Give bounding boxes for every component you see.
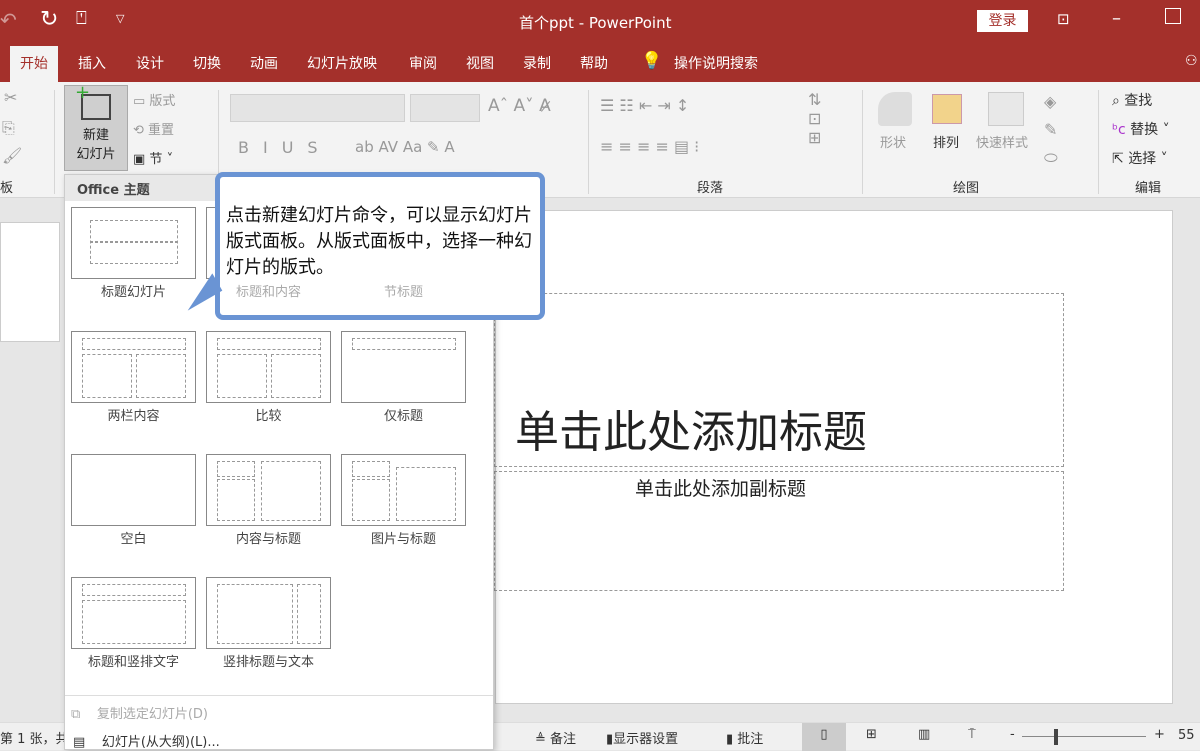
- tab-home[interactable]: 开始: [10, 46, 58, 82]
- window-title: 首个ppt - PowerPoint: [519, 14, 672, 32]
- layout-blank[interactable]: 空白: [71, 454, 196, 547]
- slideshow-from-start-icon[interactable]: ⍞: [76, 8, 87, 29]
- undo-icon[interactable]: ↶: [0, 8, 17, 32]
- notes-button[interactable]: ≜ 备注: [535, 728, 576, 747]
- editing-group-label: 编辑: [1135, 181, 1162, 196]
- title-placeholder[interactable]: 单击此处添加标题: [494, 293, 1064, 467]
- tab-record[interactable]: 录制: [523, 53, 551, 73]
- format-painter-icon[interactable]: 🖌: [2, 146, 22, 165]
- layout-two-content[interactable]: 两栏内容: [71, 331, 196, 424]
- share-icon[interactable]: ⚇: [1185, 53, 1198, 69]
- zoom-in-button[interactable]: +: [1154, 727, 1165, 742]
- tab-view[interactable]: 视图: [466, 53, 494, 73]
- slide-canvas[interactable]: 单击此处添加标题 单击此处添加副标题: [494, 210, 1173, 704]
- new-slide-label-1: 新建: [82, 128, 109, 143]
- title-placeholder-text: 单击此处添加标题: [515, 407, 867, 458]
- layout-vertical-title-text[interactable]: 竖排标题与文本: [206, 577, 331, 670]
- font-format-icons[interactable]: BIUS: [238, 138, 332, 157]
- list-icons[interactable]: ☰ ☷ ⇤ ⇥ ↕: [600, 96, 689, 115]
- layout-content-caption[interactable]: 内容与标题: [206, 454, 331, 547]
- layout-picture-caption[interactable]: 图片与标题: [341, 454, 466, 547]
- tab-review[interactable]: 审阅: [409, 53, 437, 73]
- ribbon-tabs: 开始 插入 设计 切换 动画 幻灯片放映 审阅 视图 录制 帮助 💡 操作说明搜…: [0, 42, 1200, 82]
- zoom-out-button[interactable]: -: [1010, 727, 1015, 742]
- section-button[interactable]: ▣ 节 ˅: [133, 148, 173, 167]
- new-slide-label-2: 幻灯片: [76, 147, 116, 162]
- tab-help[interactable]: 帮助: [580, 53, 608, 73]
- comments-button[interactable]: ▮ 批注: [726, 728, 763, 747]
- font-size-dropdown[interactable]: [410, 94, 480, 122]
- tell-me-search[interactable]: 操作说明搜索: [674, 53, 758, 73]
- normal-view-button[interactable]: ▯: [802, 723, 846, 751]
- shape-icon: [878, 92, 912, 126]
- redo-icon[interactable]: ↻: [40, 7, 58, 32]
- font-effects-icons[interactable]: ab AV Aa ✎ A: [355, 138, 455, 156]
- shape-button[interactable]: 形状: [880, 132, 906, 151]
- layout-title-vertical-text[interactable]: 标题和竖排文字: [71, 577, 196, 670]
- duplicate-slide-item[interactable]: ⧉ 复制选定幻灯片(D): [71, 703, 208, 722]
- arrange-button[interactable]: 排列: [933, 132, 959, 151]
- tab-slideshow[interactable]: 幻灯片放映: [307, 53, 377, 73]
- subtitle-placeholder[interactable]: 单击此处添加副标题: [494, 471, 1064, 591]
- paragraph-group-label: 段落: [697, 181, 724, 196]
- callout-text: 点击新建幻灯片命令，可以显示幻灯片版式面板。从版式面板中，选择一种幻灯片的版式。: [226, 205, 532, 278]
- layout-comparison[interactable]: 比较: [206, 331, 331, 424]
- display-settings-button[interactable]: ▮显示器设置: [606, 728, 678, 747]
- quick-styles-icon: [988, 92, 1024, 126]
- maximize-button[interactable]: [1165, 8, 1181, 24]
- new-slide-icon: +: [75, 82, 111, 120]
- reading-view-button[interactable]: ▥: [918, 727, 930, 742]
- replace-button[interactable]: ᵇc 替换 ˅: [1112, 119, 1170, 139]
- ribbon-display-icon[interactable]: ⊡: [1057, 10, 1070, 28]
- minimize-button[interactable]: –: [1112, 8, 1121, 29]
- drawing-group-label: 绘图: [953, 181, 980, 196]
- tab-design[interactable]: 设计: [136, 53, 164, 73]
- cut-icon[interactable]: ✂: [4, 88, 17, 107]
- font-name-dropdown[interactable]: [230, 94, 405, 122]
- layout-title-only[interactable]: 仅标题: [341, 331, 466, 424]
- zoom-level[interactable]: 55: [1178, 728, 1195, 743]
- customize-toolbar-icon[interactable]: ▽: [116, 12, 124, 25]
- tab-insert[interactable]: 插入: [78, 53, 106, 73]
- new-slide-button[interactable]: + 新建 幻灯片: [64, 82, 128, 171]
- fill-outline-effects-icons[interactable]: ◈ ✎ ⬭: [1044, 88, 1058, 172]
- tab-transitions[interactable]: 切换: [193, 53, 221, 73]
- lightbulb-icon: 💡: [641, 51, 663, 71]
- select-button[interactable]: ⇱ 选择 ˅: [1112, 148, 1168, 168]
- find-button[interactable]: ⌕ 查找: [1112, 90, 1152, 110]
- slideshow-button[interactable]: ⍑: [968, 727, 976, 742]
- slide-thumbnail[interactable]: [0, 222, 60, 342]
- title-bar: ↶ ↻ ⍞ ▽ 首个ppt - PowerPoint 登录 ⊡ –: [0, 0, 1200, 42]
- subtitle-placeholder-text: 单击此处添加副标题: [635, 478, 807, 500]
- text-direction-icons[interactable]: ⇅ ⊡ ⊞: [808, 90, 821, 147]
- zoom-slider-thumb[interactable]: [1054, 729, 1058, 745]
- quick-styles-button[interactable]: 快速样式: [976, 132, 1028, 151]
- reset-button[interactable]: ⟲ 重置: [133, 119, 174, 138]
- arrange-icon: [932, 94, 962, 124]
- slide-sorter-button[interactable]: ⊞: [866, 727, 877, 742]
- slide-count: 第 1 张，共: [0, 732, 69, 747]
- zoom-slider[interactable]: [1022, 736, 1146, 737]
- layout-button[interactable]: ▭ 版式: [133, 90, 175, 109]
- grow-font-icon[interactable]: Aˆ A˅ A̷: [488, 96, 551, 116]
- slides-from-outline-item[interactable]: ▤ 幻灯片(从大纲)(L)...: [73, 731, 220, 750]
- clipboard-group-label: 板: [0, 181, 14, 196]
- layout-title-slide[interactable]: 标题幻灯片: [71, 207, 196, 300]
- tab-animations[interactable]: 动画: [250, 53, 278, 73]
- align-icons[interactable]: ≡ ≡ ≡ ≡ ▤ ⁝: [600, 137, 699, 156]
- login-button[interactable]: 登录: [977, 10, 1028, 32]
- copy-icon[interactable]: ⎘: [2, 118, 15, 138]
